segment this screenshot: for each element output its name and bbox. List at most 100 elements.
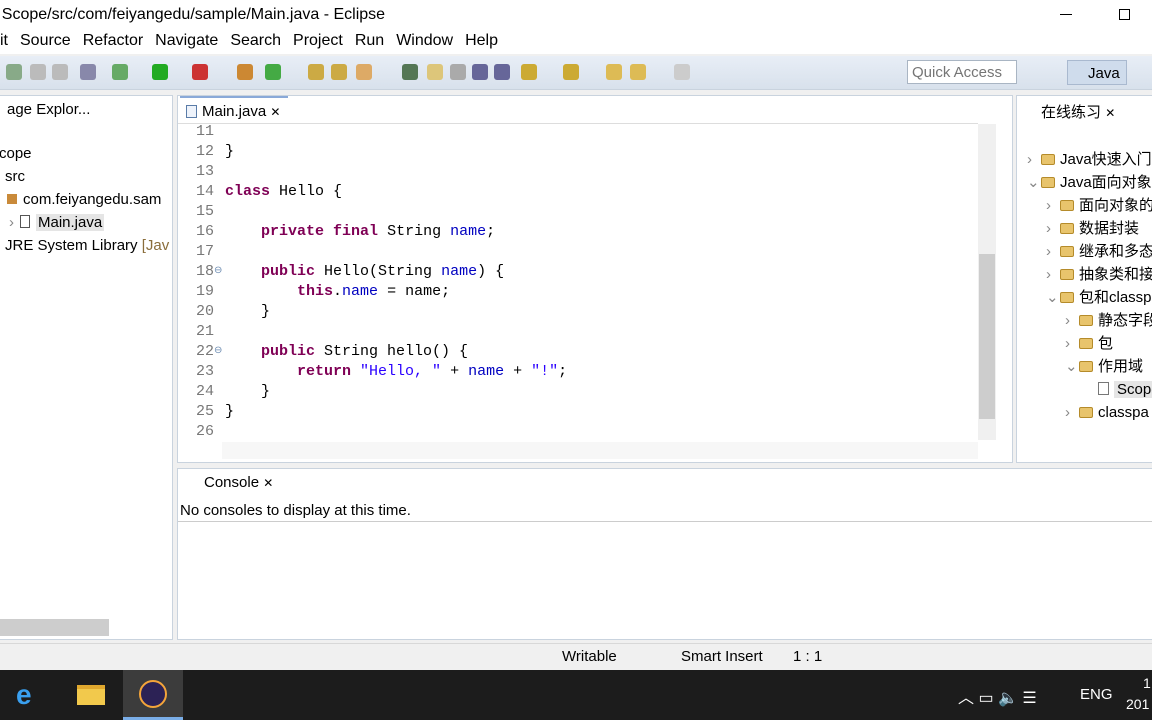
menu-refactor[interactable]: Refactor (77, 30, 149, 50)
toolbar-button[interactable] (494, 64, 510, 80)
toolbar-button[interactable] (356, 64, 372, 80)
toolbar-button[interactable] (521, 64, 537, 80)
practice-item[interactable]: › 数据封装 (1046, 217, 1139, 240)
clock-time[interactable]: 1 (1143, 675, 1151, 691)
toolbar-button[interactable] (6, 64, 22, 80)
expand-icon[interactable]: › (1027, 148, 1041, 171)
horizontal-scrollbar[interactable] (0, 619, 109, 636)
practice-item[interactable]: › Java快速入门 (1027, 148, 1152, 171)
toolbar-button[interactable] (152, 64, 168, 80)
vertical-scrollbar[interactable] (978, 124, 996, 440)
scroll-thumb[interactable] (979, 254, 995, 419)
toolbar-button[interactable] (265, 64, 281, 80)
practice-item[interactable]: › 面向对象的 (1046, 194, 1152, 217)
expand-icon[interactable]: › (1065, 309, 1079, 332)
item-label: 继承和多态 (1079, 243, 1152, 260)
file-explorer-icon[interactable] (77, 685, 105, 705)
practice-item[interactable]: ⌄ Java面向对象 (1027, 171, 1152, 194)
collapse-icon[interactable]: ⌄ (1027, 171, 1041, 194)
item-label: Java面向对象 (1060, 174, 1152, 191)
status-writable: Writable (562, 648, 617, 665)
practice-item[interactable]: ⌄ 包和classp (1046, 286, 1152, 309)
edge-icon[interactable]: e (16, 681, 32, 709)
eclipse-taskbar-button[interactable] (123, 670, 183, 720)
practice-item[interactable]: › 静态字段 (1065, 309, 1152, 332)
code-token: private (261, 223, 325, 240)
tab-practice[interactable]: 在线练习 ✕ (1017, 96, 1124, 122)
practice-item[interactable]: › classpa (1065, 401, 1149, 424)
practice-item[interactable]: ⌄ 作用域 (1065, 355, 1143, 378)
code-token: } (225, 383, 271, 400)
menu-navigate[interactable]: Navigate (149, 30, 224, 50)
collapse-icon[interactable]: ⌄ (1065, 355, 1079, 378)
practice-item[interactable]: › 包 (1065, 332, 1113, 355)
item-label: 面向对象的 (1079, 197, 1152, 214)
toolbar-button[interactable] (450, 64, 466, 80)
fold-icon[interactable]: ⊖ (214, 342, 222, 362)
expand-icon[interactable]: › (1046, 217, 1060, 240)
toolbar-button[interactable] (52, 64, 68, 80)
clock-date[interactable]: 201 (1126, 696, 1149, 712)
folder-icon (1060, 200, 1074, 211)
toolbar-button[interactable] (563, 64, 579, 80)
toolbar-button[interactable] (606, 64, 622, 80)
tab-package-explorer[interactable]: age Explor... (0, 96, 99, 122)
folder-icon (1060, 223, 1074, 234)
menu-run[interactable]: Run (349, 30, 390, 50)
menu-project[interactable]: Project (287, 30, 349, 50)
horizontal-scrollbar[interactable] (222, 442, 978, 459)
explorer-item[interactable]: src (5, 165, 25, 188)
explorer-item[interactable]: JRE System Library [Jav (5, 234, 169, 257)
java-perspective-button[interactable]: Java (1067, 60, 1127, 85)
menu-source[interactable]: Source (14, 30, 77, 50)
quick-access-input[interactable] (907, 60, 1017, 84)
toolbar-button[interactable] (402, 64, 418, 80)
practice-item[interactable]: Scope (1084, 378, 1152, 401)
toolbar-button[interactable] (427, 64, 443, 80)
code-token: . (333, 283, 343, 300)
toolbar-button[interactable] (30, 64, 46, 80)
tab-main-java[interactable]: Main.java ✕ (180, 96, 289, 122)
expand-icon[interactable]: › (1065, 401, 1079, 424)
close-icon[interactable]: ✕ (1105, 106, 1115, 120)
toolbar-button[interactable] (674, 64, 690, 80)
menu-search[interactable]: Search (224, 30, 287, 50)
explorer-item[interactable]: com.feiyangedu.sam (7, 188, 161, 211)
menu-it[interactable]: it (0, 30, 14, 50)
explorer-item[interactable]: cope (0, 142, 32, 165)
fold-icon[interactable]: ⊖ (214, 262, 222, 282)
toolbar-button[interactable] (472, 64, 488, 80)
close-icon[interactable]: ✕ (270, 105, 280, 119)
restore-icon[interactable] (1119, 9, 1130, 20)
tab-label: Main.java (202, 103, 267, 120)
input-language[interactable]: ENG (1080, 686, 1113, 703)
code-token: } (225, 403, 235, 420)
close-icon[interactable]: ✕ (263, 476, 273, 490)
toolbar-button[interactable] (192, 64, 208, 80)
tray-icons[interactable]: ︿ ▭ 🔈 ☰ (958, 684, 1037, 708)
toolbar-button[interactable] (237, 64, 253, 80)
folder-icon (1060, 292, 1074, 303)
expand-icon[interactable]: › (1046, 240, 1060, 263)
tab-label: Console (204, 474, 260, 491)
expand-icon[interactable]: › (9, 214, 14, 231)
menu-help[interactable]: Help (459, 30, 504, 50)
minimize-button[interactable] (1060, 14, 1072, 15)
code-area[interactable]: 11 12} 13 14 class Hello {15 16 private final… (178, 123, 978, 443)
expand-icon[interactable]: › (1065, 332, 1079, 355)
eclipse-icon (139, 680, 167, 708)
toolbar-button[interactable] (630, 64, 646, 80)
toolbar-button[interactable] (308, 64, 324, 80)
toolbar-button[interactable] (80, 64, 96, 80)
menu-window[interactable]: Window (390, 30, 459, 50)
practice-item[interactable]: › 抽象类和接 (1046, 263, 1152, 286)
practice-item[interactable]: › 继承和多态 (1046, 240, 1152, 263)
line-number: 19 (195, 283, 214, 300)
collapse-icon[interactable]: ⌄ (1046, 286, 1060, 309)
toolbar-button[interactable] (112, 64, 128, 80)
toolbar-button[interactable] (331, 64, 347, 80)
expand-icon[interactable]: › (1046, 263, 1060, 286)
expand-icon[interactable]: › (1046, 194, 1060, 217)
explorer-item[interactable]: › Main.java (9, 211, 105, 234)
tab-console[interactable]: Console ✕ (180, 469, 282, 495)
